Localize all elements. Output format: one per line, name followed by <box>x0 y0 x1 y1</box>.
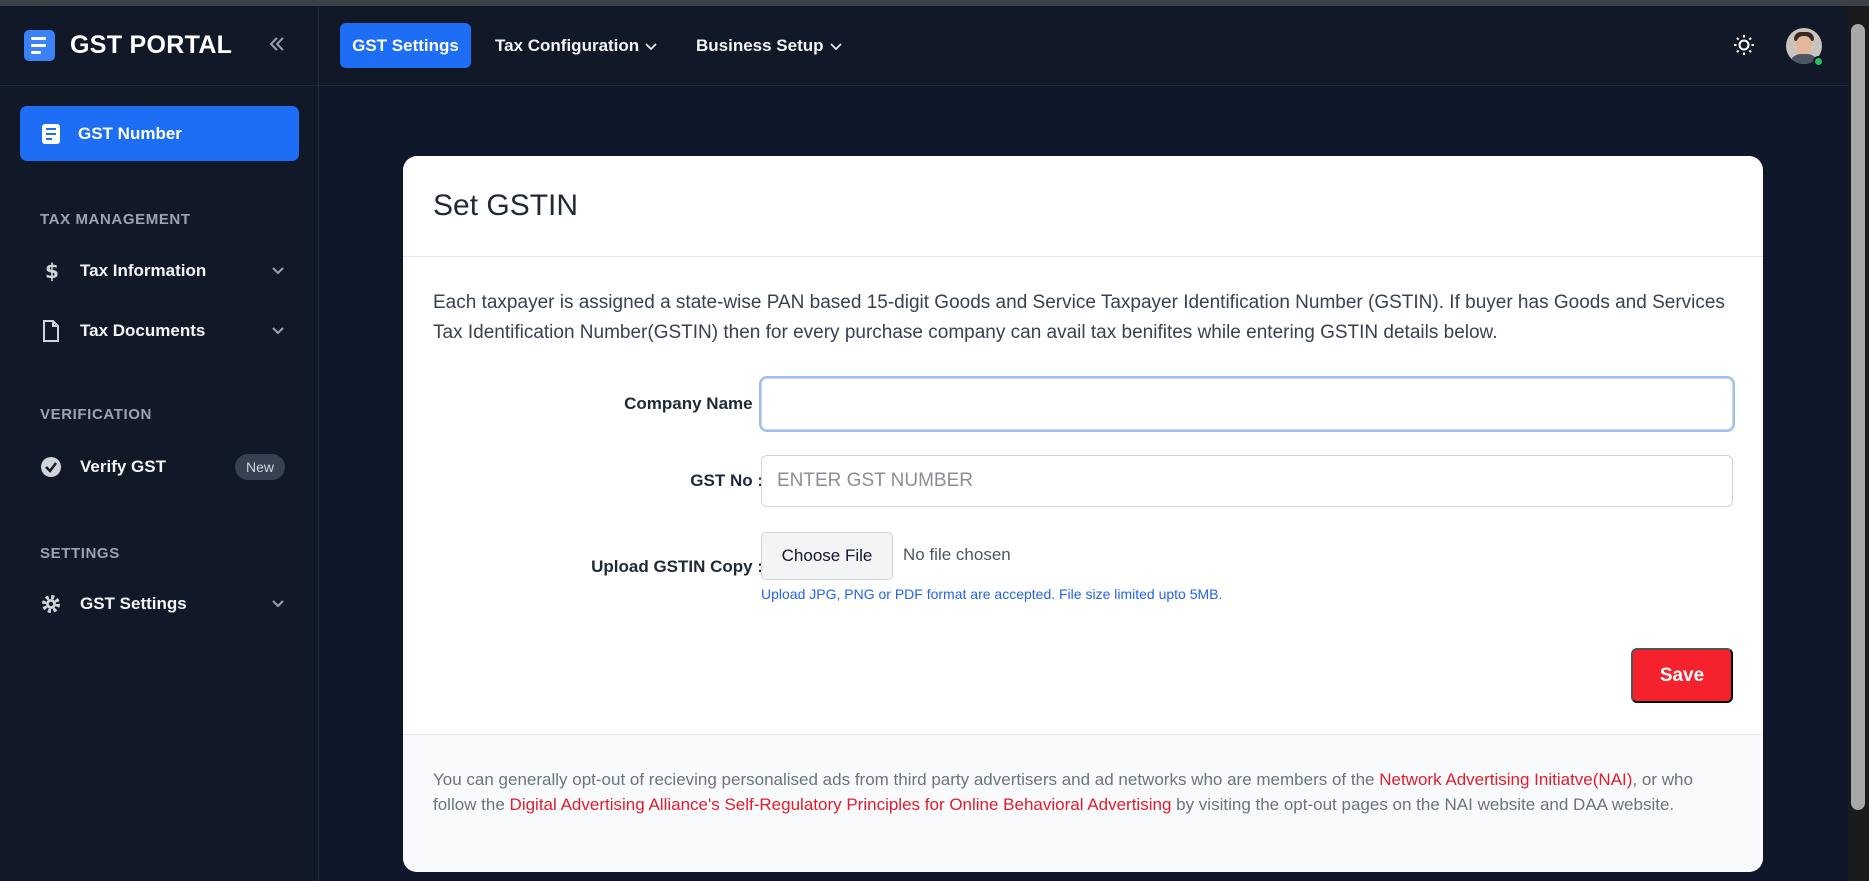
file-status-text: No file chosen <box>903 545 1011 564</box>
sidebar-item-tax-documents[interactable]: Tax Documents <box>40 311 285 351</box>
chevron-down-icon <box>271 321 285 341</box>
brand-title: GST PORTAL <box>70 31 233 59</box>
verified-badge-icon <box>40 456 62 478</box>
company-name-input[interactable] <box>759 376 1735 432</box>
upload-gstin-label: Upload GSTIN Copy : <box>591 557 763 576</box>
document-icon <box>42 123 60 144</box>
sidebar-item-gst-number[interactable]: GST Number <box>20 106 299 161</box>
sidebar-item-label: Tax Documents <box>80 321 206 340</box>
chevron-down-icon <box>645 36 657 56</box>
tab-tax-configuration[interactable]: Tax Configuration <box>495 23 657 68</box>
chevron-down-icon <box>829 36 842 56</box>
page-scrollbar-thumb[interactable] <box>1851 24 1865 810</box>
upload-hint-text: Upload JPG, PNG or PDF format are accept… <box>761 586 1223 602</box>
daa-link[interactable]: Digital Advertising Alliance's Self-Regu… <box>510 795 1172 814</box>
sidebar-item-verify-gst[interactable]: Verify GST New <box>40 447 285 487</box>
gst-number-input[interactable] <box>761 455 1733 507</box>
tab-gst-settings[interactable]: GST Settings <box>340 23 471 68</box>
description-text: Each taxpayer is assigned a state-wise P… <box>433 292 1725 343</box>
chevron-down-icon <box>271 594 285 614</box>
sidebar: GST PORTAL GST Number TAX MANAGEMENT $ T… <box>0 6 319 881</box>
tab-label: Tax Configuration <box>495 35 640 55</box>
tab-label: Business Setup <box>696 35 824 55</box>
card-footer: You can generally opt-out of recieving p… <box>403 734 1763 872</box>
card-title: Set GSTIN <box>403 156 1763 257</box>
sidebar-item-label: GST Number <box>78 123 182 143</box>
avatar-face <box>1796 36 1812 55</box>
dollar-icon: $ <box>40 260 62 282</box>
brand: GST PORTAL <box>0 6 318 86</box>
section-title-settings: SETTINGS <box>40 545 120 562</box>
sidebar-item-label: Verify GST <box>80 457 166 476</box>
theme-toggle-sun-icon[interactable] <box>1733 34 1755 61</box>
section-title-tax-management: TAX MANAGEMENT <box>40 211 191 228</box>
footer-text: You can generally opt-out of recieving p… <box>433 770 1380 789</box>
top-navbar: GST Settings Tax Configuration Business … <box>319 6 1848 86</box>
choose-file-button[interactable]: Choose File <box>761 532 893 580</box>
new-badge: New <box>234 454 285 480</box>
set-gstin-card: Set GSTIN Each taxpayer is assigned a st… <box>403 156 1763 872</box>
chevron-down-icon <box>271 261 285 281</box>
section-title-verification: VERIFICATION <box>40 406 152 423</box>
document-logo-icon <box>24 30 55 61</box>
footer-text: by visiting the opt-out pages on the NAI… <box>1171 795 1675 814</box>
sidebar-item-tax-information[interactable]: $ Tax Information <box>40 251 285 291</box>
file-icon <box>40 320 62 342</box>
svg-text:$: $ <box>45 260 58 282</box>
company-name-label: Company Name : <box>624 394 763 413</box>
nai-link[interactable]: Network Advertising Initiatve(NAI) <box>1379 770 1632 789</box>
gear-icon <box>40 593 62 615</box>
sidebar-item-label: Tax Information <box>80 261 207 280</box>
online-status-dot <box>1813 56 1824 67</box>
gst-no-label: GST No : <box>690 471 763 490</box>
save-button[interactable]: Save <box>1631 648 1733 703</box>
tab-business-setup[interactable]: Business Setup <box>696 23 842 68</box>
collapse-sidebar-icon[interactable] <box>266 33 288 61</box>
sidebar-item-gst-settings[interactable]: GST Settings <box>40 584 285 624</box>
sidebar-item-label: GST Settings <box>80 594 187 613</box>
